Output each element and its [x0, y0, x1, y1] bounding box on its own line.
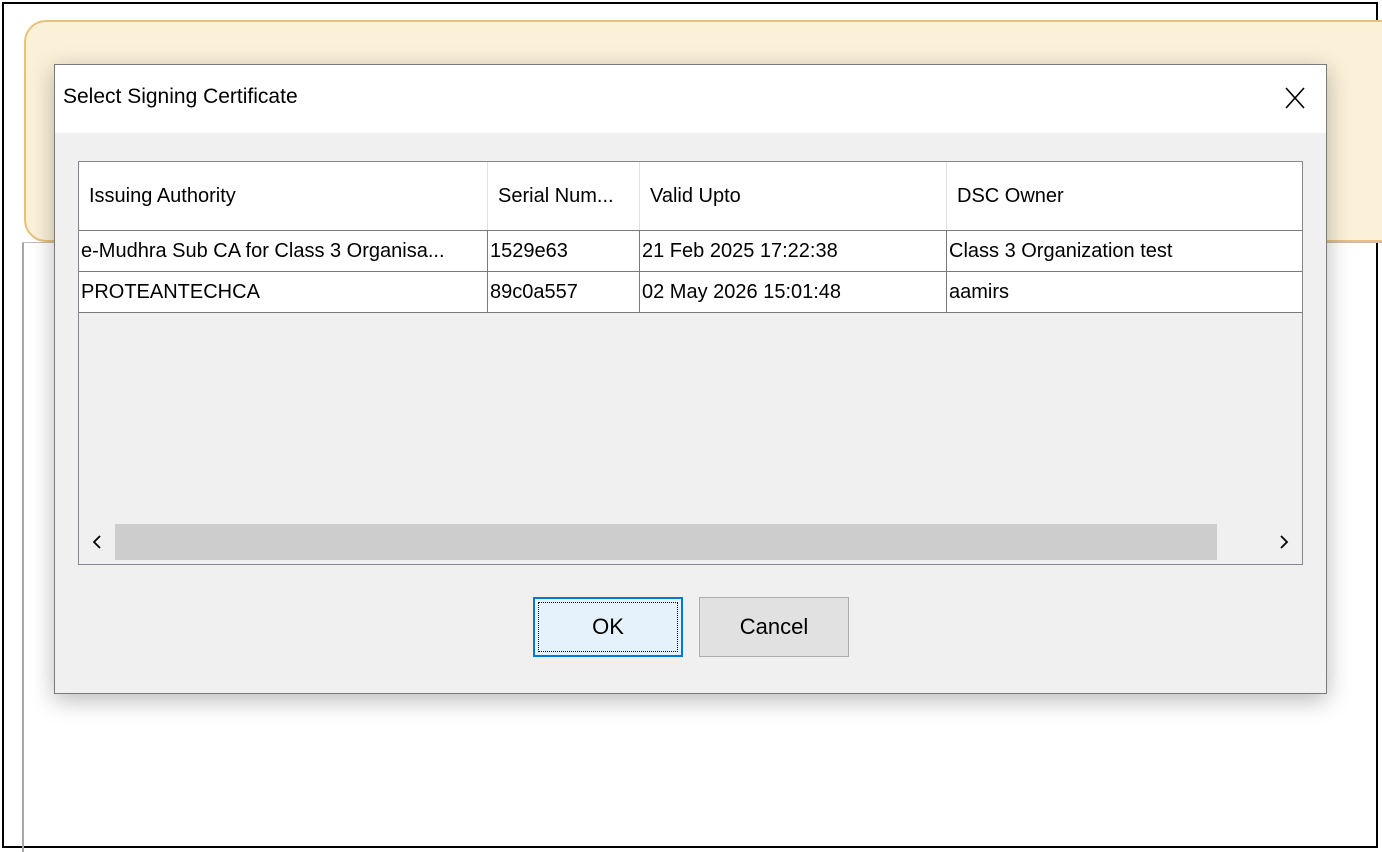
close-icon: [1285, 87, 1305, 109]
horizontal-scrollbar[interactable]: [79, 520, 1302, 564]
close-button[interactable]: [1275, 79, 1315, 117]
column-header-label: Valid Upto: [650, 184, 741, 207]
cell-issuing-authority: PROTEANTECHCA: [79, 272, 488, 312]
cell-serial-number: 89c0a557: [488, 272, 640, 312]
cell-issuing-authority: e-Mudhra Sub CA for Class 3 Organisa...: [79, 231, 488, 271]
cell-valid-upto: 02 May 2026 15:01:48: [640, 272, 947, 312]
scrollbar-thumb[interactable]: [115, 524, 1217, 560]
column-header-valid-upto[interactable]: Valid Upto: [640, 162, 947, 230]
table-row[interactable]: PROTEANTECHCA 89c0a557 02 May 2026 15:01…: [79, 272, 1302, 313]
dialog-titlebar: Select Signing Certificate: [55, 65, 1326, 133]
chevron-right-icon: [1280, 535, 1289, 549]
cell-serial-number: 1529e63: [488, 231, 640, 271]
cancel-button-label: Cancel: [739, 614, 809, 639]
select-certificate-dialog: Select Signing Certificate Issuing Autho…: [54, 64, 1327, 694]
focus-indicator: [538, 602, 678, 652]
table-header: Issuing Authority Serial Num... Valid Up…: [79, 162, 1302, 231]
certificate-table: Issuing Authority Serial Num... Valid Up…: [78, 161, 1303, 565]
background-panel-top-edge: [22, 242, 54, 243]
dialog-title: Select Signing Certificate: [63, 85, 298, 108]
column-header-serial-number[interactable]: Serial Num...: [488, 162, 640, 230]
table-row[interactable]: e-Mudhra Sub CA for Class 3 Organisa... …: [79, 230, 1302, 272]
column-header-label: Serial Num...: [498, 184, 614, 207]
column-header-label: DSC Owner: [957, 184, 1064, 207]
ok-button[interactable]: OK: [533, 597, 683, 657]
cell-valid-upto: 21 Feb 2025 17:22:38: [640, 231, 947, 271]
column-header-label: Issuing Authority: [89, 184, 236, 207]
background-panel-top-edge-right: [1326, 242, 1382, 243]
column-header-issuing-authority[interactable]: Issuing Authority: [79, 162, 488, 230]
scroll-left-button[interactable]: [79, 520, 115, 564]
background-panel-edge: [22, 242, 24, 852]
cell-dsc-owner: Class 3 Organization test: [949, 239, 1173, 262]
chevron-left-icon: [92, 535, 101, 549]
cell-dsc-owner: aamirs: [949, 280, 1010, 303]
column-header-dsc-owner[interactable]: DSC Owner: [947, 162, 1302, 230]
scroll-right-button[interactable]: [1266, 520, 1302, 564]
cancel-button[interactable]: Cancel: [699, 597, 849, 657]
